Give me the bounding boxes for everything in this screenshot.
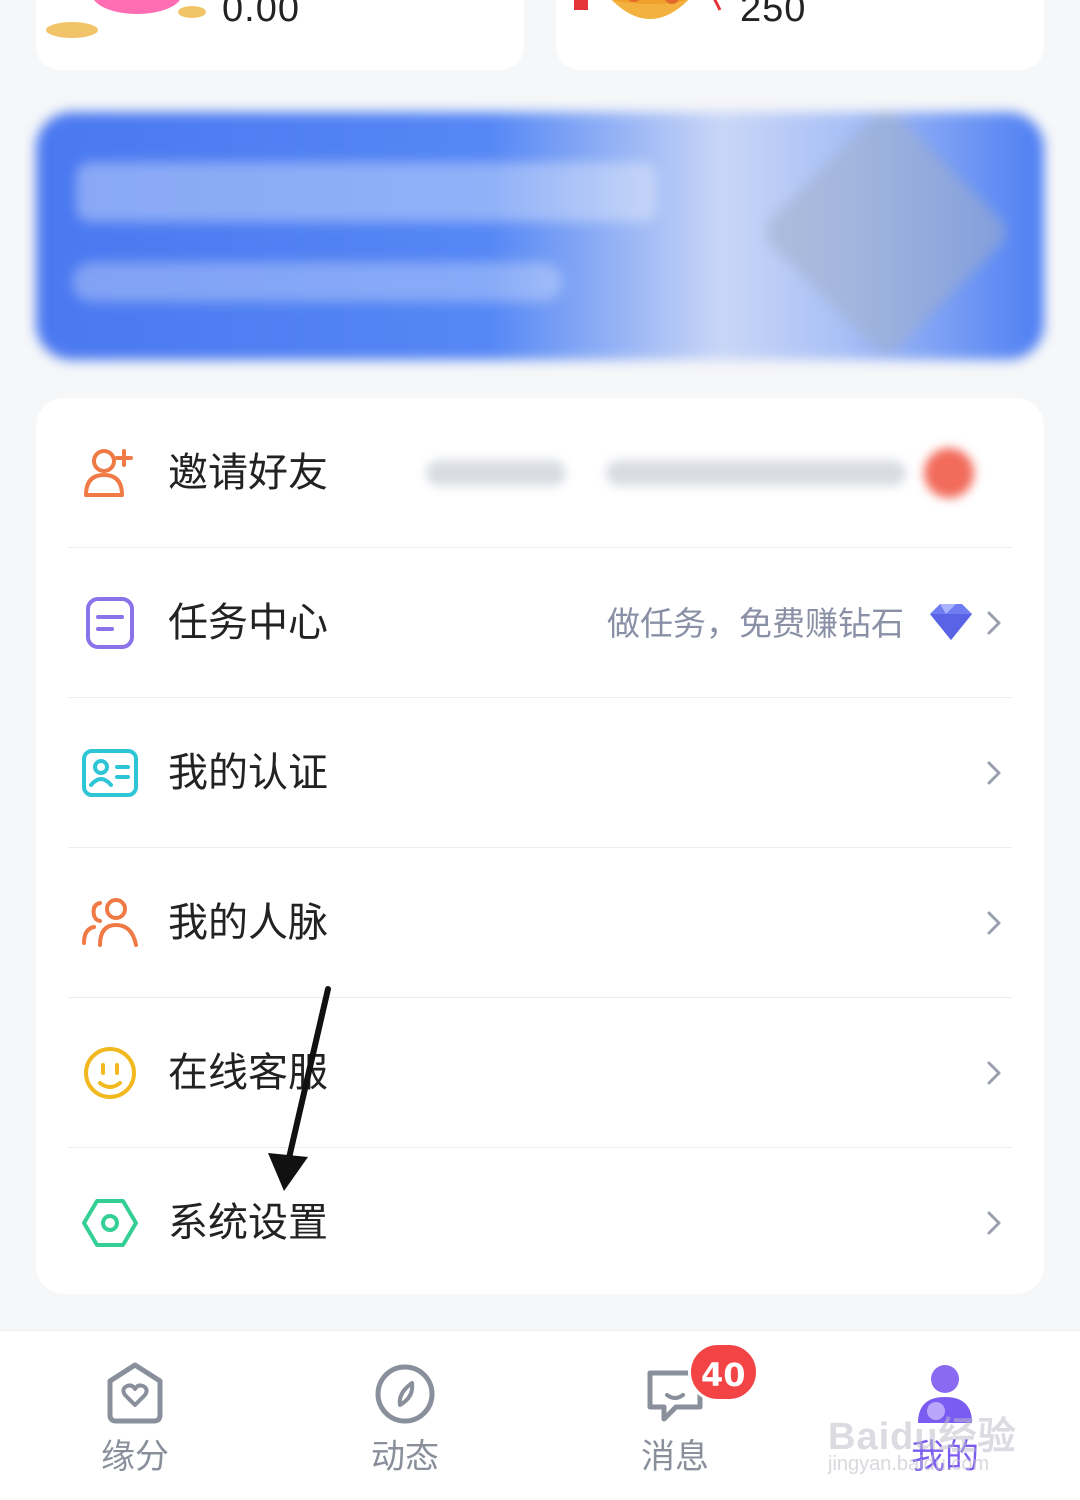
- menu-label: 我的人脉: [168, 900, 328, 946]
- menu-label: 系统设置: [168, 1200, 328, 1246]
- message-badge: 40: [688, 1342, 759, 1402]
- coins-card[interactable]: 250: [556, 0, 1044, 70]
- menu-label: 任务中心: [168, 600, 328, 646]
- tab-moments[interactable]: 动态: [270, 1331, 540, 1500]
- menu-item-task-center[interactable]: 任务中心 做任务，免费赚钻石: [36, 548, 1044, 698]
- coin-count: 250: [740, 0, 807, 30]
- tab-label: 动态: [371, 1437, 439, 1477]
- baidu-watermark: Baidu经验 jingyan.baidu.com: [828, 1405, 1028, 1485]
- task-list-icon: [86, 597, 134, 649]
- tab-label: 缘分: [101, 1437, 169, 1477]
- menu-item-my-certification[interactable]: 我的认证: [36, 698, 1044, 848]
- diamond-icon: [930, 604, 972, 640]
- tab-label: 消息: [641, 1437, 709, 1477]
- chevron-right-icon: [987, 611, 1001, 635]
- banner-subtitle-blurred: [72, 262, 562, 302]
- heart-home-icon: [107, 1362, 163, 1424]
- wallet-balance: 0.00: [222, 0, 300, 30]
- watermark-subtext: jingyan.baidu.com: [828, 1453, 990, 1475]
- chevron-right-icon: [987, 1061, 1001, 1085]
- tab-fate[interactable]: 缘分: [0, 1331, 270, 1500]
- profile-page: 0.00 250 邀请好友 任务中心 做任务，免费赚钻石 我的认证 我的人脉 在…: [0, 0, 1080, 1500]
- promo-banner[interactable]: [36, 112, 1044, 360]
- chevron-right-icon: [987, 761, 1001, 785]
- smile-icon: [84, 1047, 136, 1099]
- wallet-card[interactable]: 0.00: [36, 0, 524, 70]
- piggy-bank-icon: [46, 0, 206, 38]
- coin-bowl-icon: [574, 0, 722, 19]
- menu-item-system-settings[interactable]: 系统设置: [36, 1148, 1044, 1298]
- blurred-badge: [924, 448, 974, 498]
- menu-label: 我的认证: [168, 750, 328, 796]
- add-user-icon: [84, 449, 133, 497]
- task-hint: 做任务，免费赚钻石: [607, 604, 904, 643]
- banner-title-blurred: [76, 162, 656, 222]
- id-card-icon: [82, 749, 138, 797]
- settings-hexagon-icon: [82, 1199, 138, 1247]
- chevron-right-icon: [987, 1211, 1001, 1235]
- menu-item-invite-friends[interactable]: 邀请好友: [36, 398, 1044, 548]
- tab-messages[interactable]: 消息: [540, 1331, 810, 1500]
- menu-list: 邀请好友 任务中心 做任务，免费赚钻石 我的认证 我的人脉 在线客服 系统设置: [36, 398, 1044, 1294]
- menu-item-my-contacts[interactable]: 我的人脉: [36, 848, 1044, 998]
- blurred-text: [426, 460, 566, 486]
- menu-item-online-service[interactable]: 在线客服: [36, 998, 1044, 1148]
- menu-label: 邀请好友: [168, 450, 328, 496]
- watermark-text: Baidu经验: [828, 1416, 1017, 1458]
- chevron-right-icon: [987, 911, 1001, 935]
- annotation-arrow-icon: [268, 986, 331, 1191]
- compass-icon: [375, 1364, 435, 1424]
- contacts-icon: [82, 898, 138, 947]
- banner-decoration: [758, 112, 1014, 360]
- blurred-text: [606, 460, 906, 486]
